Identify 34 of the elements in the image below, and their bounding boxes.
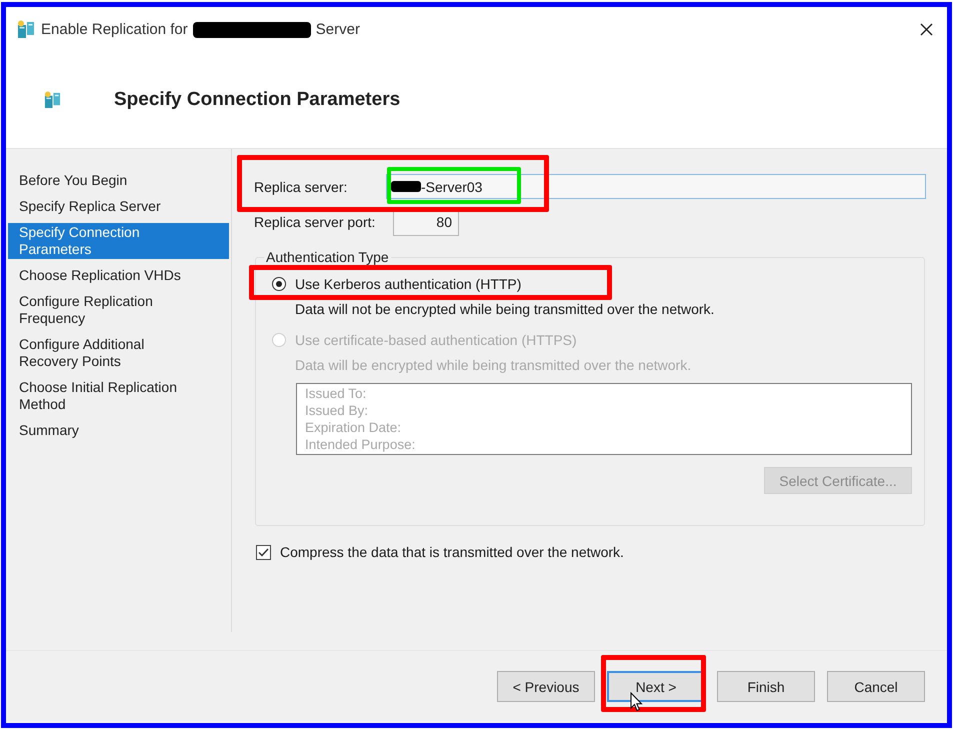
step-item[interactable]: Configure Additional Recovery Points [8, 335, 229, 371]
option-label: Use Kerberos authentication (HTTP) [295, 276, 522, 292]
step-item[interactable]: Choose Replication VHDs [8, 266, 229, 285]
step-item[interactable]: Specify Replica Server [8, 197, 229, 216]
field-label: Replica server: [254, 178, 348, 194]
checkmark-icon [258, 548, 269, 556]
step-item[interactable]: Configure Replication Frequency [8, 292, 229, 328]
replica-server-field[interactable]: -Server03 [386, 174, 926, 199]
option-description: Data will be encrypted while being transmitted over the network. [295, 357, 692, 374]
radio-button[interactable] [272, 277, 286, 291]
page-heading: Specify Connection Parameters [114, 89, 400, 111]
certificate-field-label: Expiration Date: [305, 419, 402, 436]
certificate-field-label: Issued To: [305, 385, 368, 402]
server-icon [17, 20, 35, 38]
group-title: Authentication Type [265, 249, 390, 266]
certificate-field-label: Intended Purpose: [305, 436, 416, 453]
title-word: Server [316, 20, 360, 38]
step-item[interactable]: Specify Connection Parameters [8, 223, 229, 259]
step-item[interactable]: Before You Begin [8, 171, 229, 190]
close-icon[interactable] [920, 22, 933, 36]
option-description: Data will not be encrypted while being transmitted over the network. [295, 301, 716, 318]
field-label: Replica server port: [254, 214, 376, 230]
wizard-button[interactable]: < Previous [497, 671, 595, 702]
server-icon [44, 91, 61, 109]
certificate-field-label: Issued By: [305, 402, 370, 419]
checkbox[interactable] [256, 544, 271, 560]
window-title: Enable Replication for [41, 20, 188, 38]
wizard-button[interactable]: Finish [717, 671, 815, 702]
step-item[interactable]: Summary [8, 421, 229, 440]
wizard-button[interactable]: Cancel [827, 671, 925, 702]
checkbox-label: Compress the data that is transmitted over the network. [280, 544, 624, 560]
option-label: Use certificate-based authentication (HTTPS) [295, 332, 577, 348]
step-item[interactable]: Choose Initial Replication Method [8, 378, 229, 414]
cursor-icon [630, 692, 643, 712]
